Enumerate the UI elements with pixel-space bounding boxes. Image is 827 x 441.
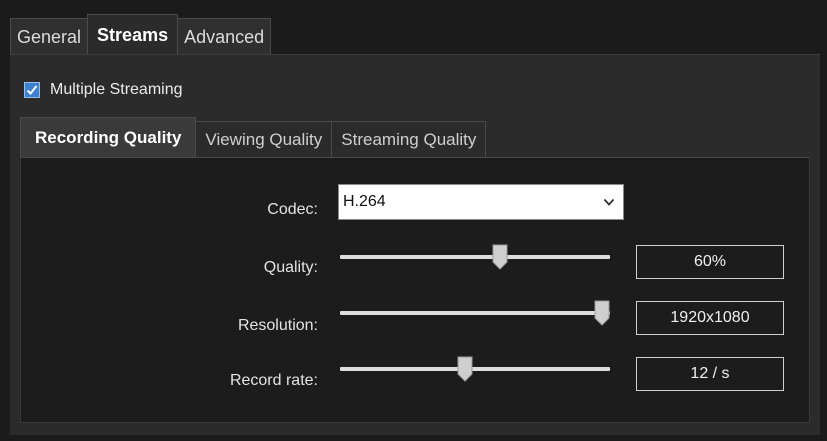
chevron-down-icon — [603, 198, 615, 206]
quality-slider[interactable] — [340, 244, 610, 272]
checkmark-icon — [26, 85, 38, 95]
codec-label: Codec: — [267, 201, 318, 218]
quality-tab-bar: Recording Quality Viewing Quality Stream… — [20, 117, 487, 157]
settings-window: General Streams Advanced Multiple Stream… — [0, 0, 827, 441]
tab-streams[interactable]: Streams — [87, 14, 179, 55]
resolution-value: 1920x1080 — [636, 301, 784, 335]
tab-general[interactable]: General — [10, 18, 89, 55]
record-rate-slider[interactable] — [340, 356, 610, 384]
tab-streaming-quality[interactable]: Streaming Quality — [331, 121, 487, 157]
multiple-streaming-label: Multiple Streaming — [50, 81, 183, 98]
record-rate-slider-track — [340, 367, 610, 371]
record-rate-value: 12 / s — [636, 357, 784, 391]
codec-value: H.264 — [343, 193, 386, 210]
quality-slider-track — [340, 255, 610, 259]
record-rate-label: Record rate: — [229, 372, 318, 389]
resolution-slider-thumb[interactable] — [594, 300, 610, 326]
tab-viewing-quality[interactable]: Viewing Quality — [195, 121, 333, 157]
quality-slider-thumb[interactable] — [492, 244, 508, 270]
resolution-slider-track — [340, 311, 610, 315]
tab-advanced[interactable]: Advanced — [177, 18, 272, 55]
quality-value: 60% — [636, 245, 784, 279]
codec-select[interactable]: H.264 — [338, 184, 624, 220]
multiple-streaming-checkbox[interactable] — [24, 82, 40, 98]
tab-recording-quality[interactable]: Recording Quality — [20, 117, 197, 157]
top-tab-bar: General Streams Advanced — [10, 14, 272, 55]
quality-label: Quality: — [263, 259, 318, 276]
resolution-label: Resolution: — [237, 317, 318, 334]
resolution-slider[interactable] — [340, 300, 610, 328]
record-rate-slider-thumb[interactable] — [457, 356, 473, 382]
multiple-streaming-row[interactable]: Multiple Streaming — [24, 79, 183, 101]
